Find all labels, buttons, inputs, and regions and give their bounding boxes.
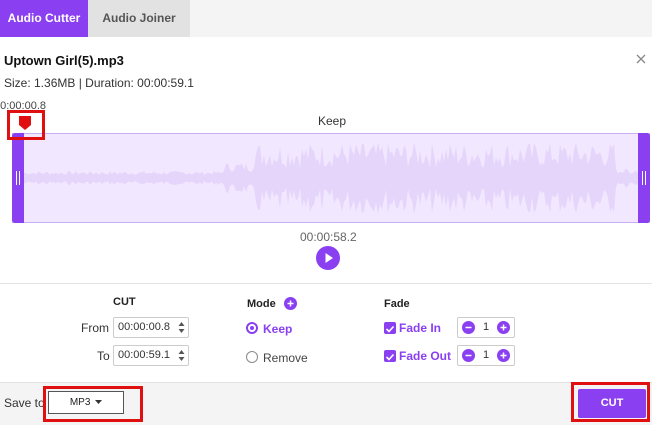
add-mode-button[interactable] (284, 297, 297, 310)
fade-in-value: 1 (482, 321, 490, 333)
from-time-value: 00:00:00.8 (118, 321, 170, 333)
mode-remove-label[interactable]: Remove (263, 351, 308, 365)
caret-down-icon (95, 399, 103, 404)
spinner-icon[interactable] (178, 321, 185, 334)
check-icon (385, 353, 395, 361)
spinner-icon[interactable] (178, 349, 185, 362)
mode-keep-label[interactable]: Keep (263, 322, 292, 336)
to-label: To (97, 349, 110, 363)
grip-icon (16, 171, 20, 185)
plus-icon (287, 300, 294, 307)
fade-out-label[interactable]: Fade Out (399, 349, 451, 363)
minus-icon[interactable] (462, 321, 475, 334)
end-handle[interactable] (638, 133, 650, 223)
marker-icon[interactable] (18, 115, 32, 131)
fade-out-stepper[interactable]: 1 (457, 345, 515, 366)
fade-in-label[interactable]: Fade In (399, 321, 441, 335)
check-icon (385, 325, 395, 333)
fade-out-value: 1 (482, 349, 490, 361)
tab-audio-joiner[interactable]: Audio Joiner (88, 0, 190, 37)
minus-icon[interactable] (462, 349, 475, 362)
to-time-value: 00:00:59.1 (118, 349, 170, 361)
mode-title: Mode (247, 298, 276, 310)
mode-remove-radio[interactable] (246, 351, 258, 363)
save-to-label: Save to (4, 396, 45, 410)
file-name: Uptown Girl(5).mp3 (4, 53, 124, 68)
grip-icon (642, 171, 646, 185)
cut-title: CUT (113, 296, 136, 308)
to-time-input[interactable]: 00:00:59.1 (113, 345, 189, 366)
close-icon[interactable] (634, 52, 648, 66)
play-button[interactable] (316, 246, 340, 270)
plus-icon[interactable] (497, 321, 510, 334)
plus-icon[interactable] (497, 349, 510, 362)
current-time: 00:00:58.2 (300, 230, 357, 244)
from-time-input[interactable]: 00:00:00.8 (113, 317, 189, 338)
mode-keep-radio[interactable] (246, 322, 258, 334)
from-label: From (81, 321, 109, 335)
cut-button[interactable]: CUT (578, 389, 646, 418)
file-info: Size: 1.36MB | Duration: 00:00:59.1 (4, 76, 194, 90)
fade-in-checkbox[interactable] (384, 322, 396, 334)
fade-out-checkbox[interactable] (384, 350, 396, 362)
format-select[interactable]: MP3 (48, 391, 124, 414)
waveform[interactable] (12, 133, 650, 223)
fade-in-stepper[interactable]: 1 (457, 317, 515, 338)
tab-bar: Audio Cutter Audio Joiner (0, 0, 652, 37)
waveform-graph (24, 142, 638, 214)
divider (0, 283, 652, 284)
fade-title: Fade (384, 298, 410, 310)
play-icon (325, 253, 333, 263)
region-label: Keep (318, 114, 347, 128)
start-handle[interactable] (12, 133, 24, 223)
tab-audio-cutter[interactable]: Audio Cutter (0, 0, 88, 37)
waveform-shape (24, 142, 638, 214)
format-value: MP3 (69, 397, 91, 408)
